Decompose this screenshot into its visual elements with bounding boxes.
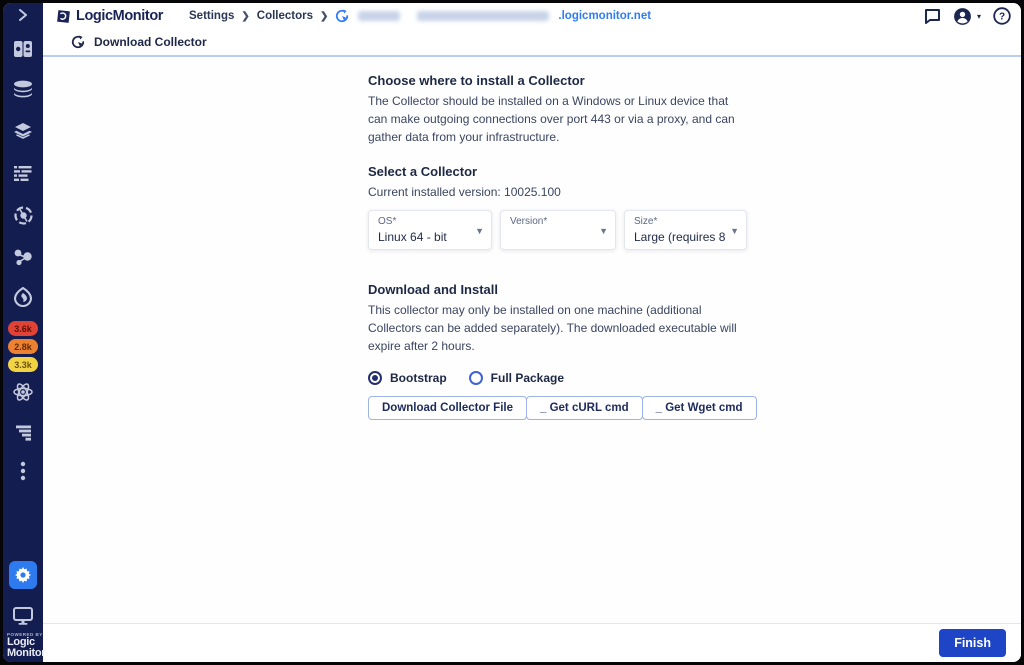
gear-icon (15, 567, 31, 583)
collector-icon (335, 9, 349, 23)
page-subheader: Download Collector (43, 29, 1021, 57)
wizard-footer: Finish (43, 623, 1021, 662)
install-location-description: The Collector should be installed on a W… (368, 93, 750, 146)
radio-circle-icon (368, 371, 382, 385)
breadcrumb-separator-icon: ❯ (241, 11, 249, 22)
powered-by-line2: Monitor (7, 648, 45, 659)
sidebar-item-logs[interactable] (3, 161, 43, 185)
breadcrumb-separator-icon: ❯ (320, 11, 328, 22)
radio-bootstrap-label: Bootstrap (390, 371, 447, 385)
chevron-down-icon: ▼ (475, 226, 484, 236)
sidebar-item-mapping[interactable] (3, 245, 43, 269)
help-icon[interactable]: ? (993, 7, 1011, 25)
sidebar-item-reports[interactable] (3, 421, 43, 445)
breadcrumb-collectors[interactable]: Collectors (257, 10, 313, 22)
top-bar: LogicMonitor Settings ❯ Collectors ❯ .lo… (43, 3, 1021, 29)
download-collector-file-button[interactable]: Download Collector File (368, 396, 527, 420)
os-select-label: OS* (378, 216, 471, 227)
installed-version-text: Current installed version: 10025.100 (368, 185, 750, 199)
sidebar-item-aiops[interactable] (3, 380, 43, 404)
sidebar-item-remote-session[interactable] (3, 604, 43, 628)
size-select-value: Large (requires 8... (634, 230, 726, 244)
alert-badge-error[interactable]: 2.8k (8, 339, 38, 354)
logo-text: LogicMonitor (76, 8, 163, 24)
install-location-heading: Choose where to install a Collector (368, 73, 750, 88)
powered-by-logo: POWERED BY Logic Monitor (7, 633, 45, 660)
sidebar-item-resources[interactable] (3, 77, 43, 101)
sidebar-item-modules[interactable] (3, 119, 43, 143)
sidebar: 3.6k 2.8k 3.3k POWERED BY Logic Monitor (3, 3, 43, 662)
finish-button[interactable]: Finish (939, 629, 1006, 657)
portal-domain[interactable]: .logicmonitor.net (558, 10, 651, 22)
download-actions: Download Collector File _ Get cURL cmd _… (368, 396, 750, 420)
svg-text:?: ? (999, 12, 1005, 23)
download-install-heading: Download and Install (368, 282, 750, 297)
sidebar-item-more[interactable] (3, 459, 43, 483)
package-type-radio-group: Bootstrap Full Package (368, 371, 750, 385)
get-wget-cmd-button[interactable]: _ Get Wget cmd (642, 396, 757, 420)
chevron-down-icon: ▼ (599, 226, 608, 236)
select-collector-heading: Select a Collector (368, 164, 750, 179)
collector-icon (71, 35, 85, 49)
size-select-label: Size* (634, 216, 726, 227)
page-title: Download Collector (94, 35, 207, 49)
radio-circle-icon (469, 371, 483, 385)
breadcrumb: Settings ❯ Collectors ❯ .logicmonitor.ne… (189, 9, 651, 23)
os-select-value: Linux 64 - bit (378, 230, 471, 244)
collector-dropdowns: OS* Linux 64 - bit ▼ Version* ▼ Size* La… (368, 210, 750, 250)
download-install-description: This collector may only be installed on … (368, 302, 750, 355)
user-avatar-icon[interactable] (953, 7, 972, 26)
sidebar-item-websites[interactable] (3, 203, 43, 227)
chat-icon[interactable] (924, 8, 941, 24)
sidebar-item-dashboards[interactable] (3, 37, 43, 61)
os-select[interactable]: OS* Linux 64 - bit ▼ (368, 210, 492, 250)
logicmonitor-logo[interactable]: LogicMonitor (55, 8, 163, 25)
sidebar-expand-chevron-icon[interactable] (3, 3, 43, 27)
chevron-down-icon: ▼ (730, 226, 739, 236)
breadcrumb-settings[interactable]: Settings (189, 10, 234, 22)
radio-full-package-label: Full Package (491, 371, 564, 385)
user-menu-caret-icon[interactable]: ▾ (977, 12, 981, 21)
get-curl-cmd-button[interactable]: _ Get cURL cmd (526, 396, 643, 420)
size-select[interactable]: Size* Large (requires 8... ▼ (624, 210, 747, 250)
alert-badge-warning[interactable]: 3.3k (8, 357, 38, 372)
radio-full-package[interactable]: Full Package (469, 371, 564, 385)
sidebar-item-settings-active[interactable] (9, 561, 37, 589)
logicmonitor-logo-icon (55, 8, 72, 25)
alert-badge-critical[interactable]: 3.6k (8, 321, 38, 336)
app-window: 3.6k 2.8k 3.3k POWERED BY Logic Monitor … (3, 3, 1021, 662)
radio-bootstrap[interactable]: Bootstrap (368, 371, 447, 385)
redacted-account-name (417, 11, 549, 21)
sidebar-item-alerts[interactable] (3, 285, 43, 309)
topbar-actions: ▾ ? (924, 7, 1011, 26)
main-content: Choose where to install a Collector The … (43, 59, 1021, 623)
version-select[interactable]: Version* ▼ (500, 210, 616, 250)
version-select-label: Version* (510, 216, 595, 227)
redacted-account-name (358, 11, 400, 21)
